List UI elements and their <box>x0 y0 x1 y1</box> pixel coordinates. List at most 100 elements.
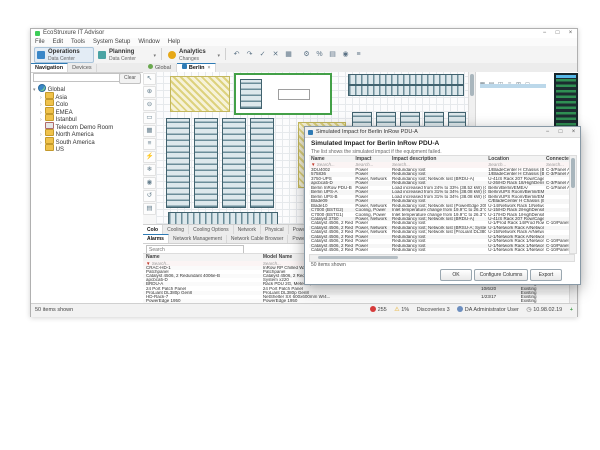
dialog-subtitle: The list shows the simulated impact if t… <box>311 149 442 155</box>
dialog-close-button[interactable]: × <box>567 127 580 137</box>
rack-row[interactable] <box>348 74 464 85</box>
undo-icon[interactable]: ↶ <box>231 49 242 60</box>
warning-count[interactable]: 1% <box>401 304 409 317</box>
view-tab-physical[interactable]: Physical <box>261 225 289 234</box>
dock-tab-alarms[interactable]: Alarms <box>143 234 169 243</box>
alarm-count[interactable]: 255 <box>378 304 387 317</box>
layout-icon[interactable]: ▦ <box>283 49 294 60</box>
canvas-tool-palette: ↖⊕⊖▭▦≡⚡❄◉↺▤ <box>143 72 157 224</box>
settings-icon[interactable]: ⚙ <box>301 49 312 60</box>
alarm-critical-icon[interactable] <box>370 306 376 312</box>
view-tab-colo[interactable]: Colo <box>143 225 163 234</box>
rack-row[interactable] <box>222 118 246 208</box>
planning-button[interactable]: Planning Data Center ▾ <box>95 47 159 63</box>
commit-icon[interactable]: ✓ <box>257 49 268 60</box>
tree-item-asia[interactable]: › Asia <box>33 92 141 100</box>
configure-columns-button[interactable]: Configure Columns <box>474 269 528 281</box>
rack-row[interactable] <box>250 118 274 208</box>
clear-button[interactable]: Clear <box>119 73 141 84</box>
scrollbar-thumb[interactable] <box>571 158 575 188</box>
menu-edit[interactable]: Edit <box>49 38 67 46</box>
toolbar-divider <box>225 48 226 60</box>
dialog-hscrollbar[interactable] <box>309 254 575 262</box>
menu-file[interactable]: File <box>31 38 49 46</box>
warning-icon[interactable]: ⚠ <box>394 307 399 313</box>
tree-item-north-america[interactable]: › North America <box>33 129 141 137</box>
canvas-tool-icon-9[interactable]: ↺ <box>143 190 156 202</box>
rack-row[interactable] <box>240 79 262 109</box>
dock-column-header[interactable]: Name <box>143 254 260 261</box>
operations-icon <box>37 51 45 59</box>
menu-tools[interactable]: Tools <box>67 38 89 46</box>
folder-icon <box>45 137 54 144</box>
canvas-tool-icon-6[interactable]: ⚡ <box>143 151 156 163</box>
canvas-tool-icon-5[interactable]: ≡ <box>143 138 156 150</box>
maximize-button[interactable]: □ <box>551 29 564 38</box>
canvas-tool-icon-3[interactable]: ▭ <box>143 112 156 124</box>
canvas-tool-icon-7[interactable]: ❄ <box>143 164 156 176</box>
scrollbar-thumb[interactable] <box>318 256 398 259</box>
menu-system-setup[interactable]: System Setup <box>89 38 134 46</box>
user-label: DA Administrator User <box>465 304 519 317</box>
menu-window[interactable]: Window <box>134 38 163 46</box>
dock-tab-network-management[interactable]: Network Management <box>169 235 227 243</box>
dialog-items-shown: 50 items shown <box>311 262 346 268</box>
tree-item-south-america[interactable]: › South America <box>33 137 141 145</box>
view-tab-cooling[interactable]: Cooling <box>163 225 189 234</box>
folder-icon <box>45 107 54 114</box>
rack-top-cap <box>556 75 576 78</box>
close-button[interactable]: × <box>564 29 577 38</box>
nav-tab-navigation[interactable]: Navigation <box>31 63 68 72</box>
tree-item-emea[interactable]: › EMEA <box>33 107 141 115</box>
folder-icon <box>45 92 54 99</box>
canvas-tool-icon-1[interactable]: ⊕ <box>143 86 156 98</box>
canvas-tool-icon-4[interactable]: ▦ <box>143 125 156 137</box>
impact-filter-text: Search... <box>317 162 335 167</box>
search-input[interactable] <box>33 73 123 82</box>
canvas-tool-icon-0[interactable]: ↖ <box>143 73 156 85</box>
analytics-button[interactable]: Analytics Changes ▾ <box>165 47 223 63</box>
canvas-tool-icon-10[interactable]: ▤ <box>143 203 156 215</box>
tree-item-telecom-demo-room[interactable]: Telecom Demo Room <box>33 122 141 130</box>
dialog-scrollbar[interactable] <box>569 155 577 254</box>
view-tab-network[interactable]: Network <box>234 225 261 234</box>
menu-help[interactable]: Help <box>164 38 184 46</box>
folder-icon <box>45 129 54 136</box>
minimize-button[interactable]: − <box>538 29 551 38</box>
report-icon[interactable]: ▤ <box>327 49 338 60</box>
delete-icon[interactable]: ✕ <box>270 49 281 60</box>
impact-table-row[interactable]: Catalyst 4506, 2 Redundant 4006e-BPowerR… <box>309 248 571 252</box>
operations-button[interactable]: Operations Data Center <box>34 47 94 63</box>
nav-tab-devices[interactable]: Devices <box>68 64 97 72</box>
rack-row[interactable] <box>348 85 464 96</box>
tree-item-istanbul[interactable]: › Istanbul <box>33 114 141 122</box>
redo-icon[interactable]: ↷ <box>244 49 255 60</box>
rack-elevation-view[interactable] <box>554 73 578 133</box>
dialog-maximize-button[interactable]: □ <box>554 127 567 137</box>
dialog-minimize-button[interactable]: − <box>541 127 554 137</box>
canvas-tab-berlin[interactable]: Berlin× <box>177 63 217 72</box>
discoveries-label[interactable]: Discoveries 3 <box>417 304 450 317</box>
ok-button[interactable]: OK <box>440 269 472 281</box>
capacity-icon[interactable]: % <box>314 49 325 60</box>
tree-item-global[interactable]: ▾ Global <box>33 84 141 92</box>
list-icon[interactable]: ≡ <box>353 49 364 60</box>
rack-row[interactable] <box>166 118 190 208</box>
canvas-tool-icon-8[interactable]: ◉ <box>143 177 156 189</box>
canvas-tab-global[interactable]: Global <box>143 64 177 72</box>
blocked-zone <box>170 76 230 112</box>
operations-label: Operations <box>48 49 80 55</box>
rack-row[interactable] <box>194 118 218 208</box>
power-room[interactable] <box>234 73 332 115</box>
canvas-tool-icon-2[interactable]: ⊖ <box>143 99 156 111</box>
close-tab-icon[interactable]: × <box>208 65 211 71</box>
view-tab-cooling-options[interactable]: Cooling Options <box>189 225 234 234</box>
export-button[interactable]: Export <box>530 269 562 281</box>
tree-item-colo[interactable]: › Colo <box>33 99 141 107</box>
add-icon[interactable]: + <box>570 307 573 313</box>
dock-tab-network-cable-browser[interactable]: Network Cable Browser <box>227 235 289 243</box>
navigation-panel: NavigationDevices Clear ▾ Global› Asia› … <box>31 63 144 232</box>
scrollbar-thumb[interactable] <box>470 74 474 96</box>
globe-icon[interactable]: ◉ <box>340 49 351 60</box>
rack-row[interactable] <box>168 212 278 224</box>
